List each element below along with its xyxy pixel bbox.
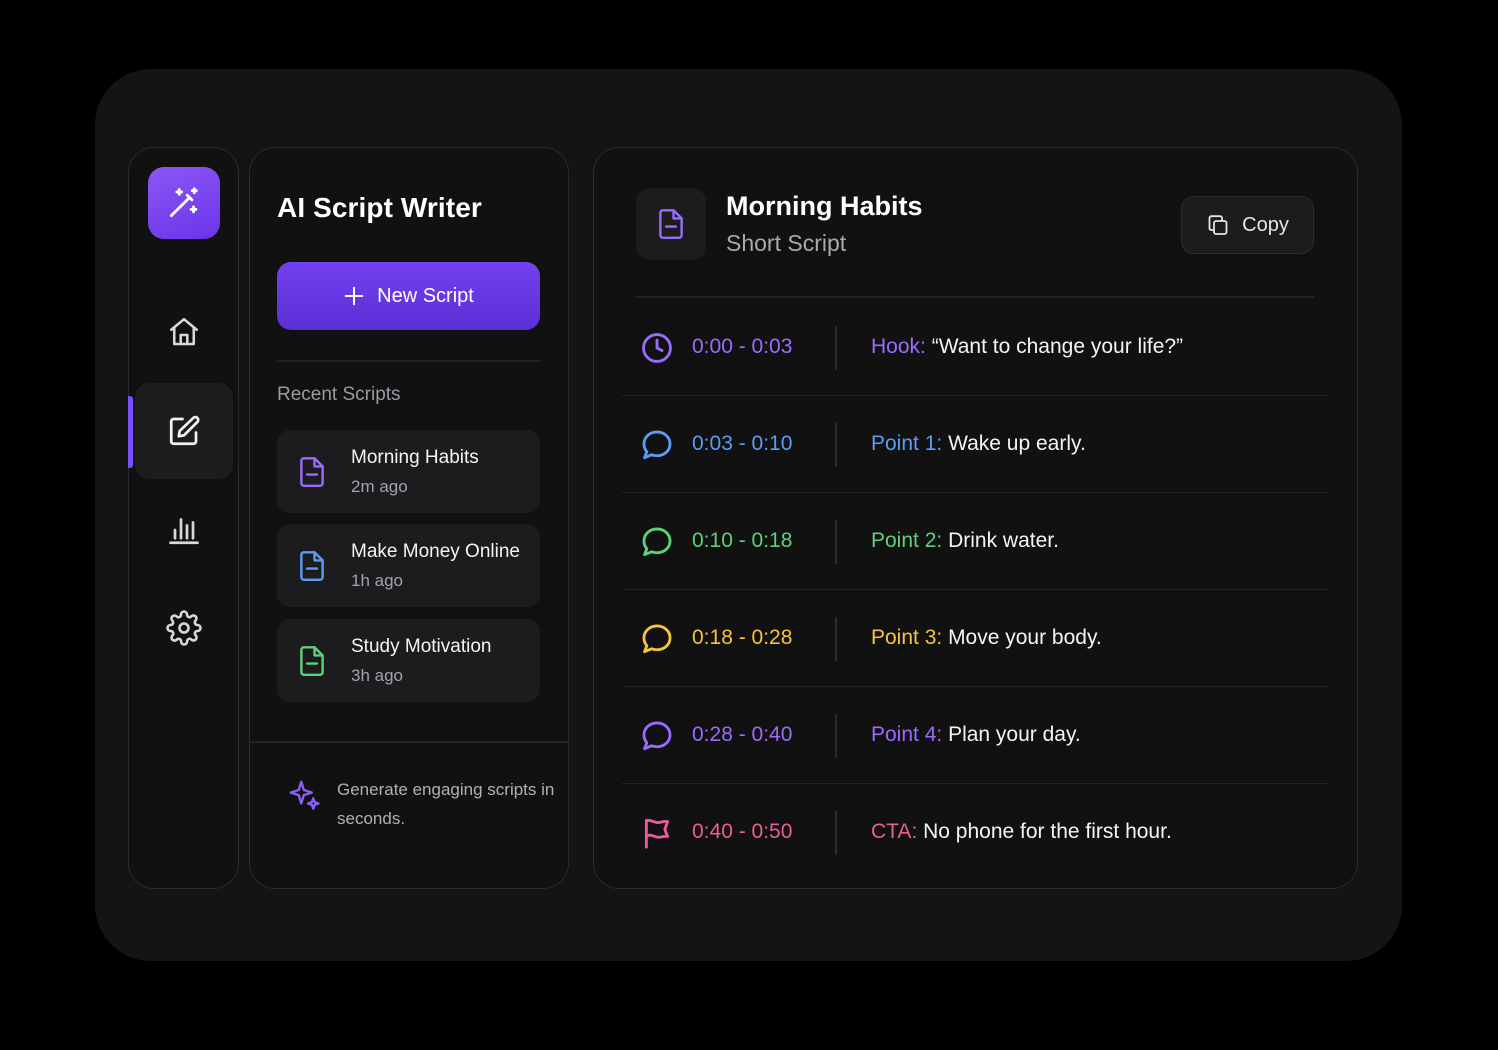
divider — [250, 741, 568, 743]
chat-bubble-icon — [642, 721, 672, 751]
row-time: 0:03 - 0:10 — [692, 432, 793, 455]
document-icon — [300, 457, 324, 487]
script-row[interactable]: 0:40 - 0:50 CTA: No phone for the first … — [622, 784, 1329, 881]
document-icon — [659, 209, 683, 239]
row-divider — [835, 714, 837, 758]
app-logo[interactable] — [148, 167, 220, 239]
sparkles-icon — [289, 780, 320, 810]
recent-scripts-heading: Recent Scripts — [277, 384, 401, 405]
script-name: Study Motivation — [351, 636, 492, 657]
document-icon — [300, 646, 324, 676]
script-row[interactable]: 0:10 - 0:18 Point 2: Drink water. — [622, 493, 1329, 590]
script-row[interactable]: 0:18 - 0:28 Point 3: Move your body. — [622, 590, 1329, 687]
row-text: Plan your day. — [948, 723, 1081, 746]
row-label: Hook: — [871, 335, 926, 358]
chat-bubble-icon — [642, 527, 672, 557]
new-script-label: New Script — [377, 284, 474, 307]
app-title: AI Script Writer — [277, 192, 482, 223]
script-row[interactable]: 0:00 - 0:03 Hook: “Want to change your l… — [622, 299, 1329, 396]
active-indicator — [128, 396, 133, 468]
script-time: 2m ago — [351, 477, 408, 496]
row-label: Point 3: — [871, 626, 943, 649]
row-time: 0:40 - 0:50 — [692, 820, 793, 843]
row-content: Point 3: Move your body. — [871, 626, 1102, 650]
row-divider — [835, 617, 837, 661]
divider — [277, 360, 540, 362]
row-divider — [835, 326, 837, 370]
row-content: Point 1: Wake up early. — [871, 432, 1086, 456]
row-label: Point 2: — [871, 529, 943, 552]
row-label: Point 1: — [871, 432, 943, 455]
copy-button[interactable]: Copy — [1181, 196, 1314, 254]
home-icon — [169, 317, 199, 346]
sidebar-item-home[interactable] — [135, 284, 233, 380]
chat-bubble-icon — [642, 430, 672, 460]
script-title: Morning Habits — [726, 191, 923, 221]
clock-icon — [642, 333, 672, 363]
tip-text: Generate engaging scripts in seconds. — [337, 780, 555, 828]
scripts-panel: AI Script Writer New Script Recent Scrip… — [249, 147, 569, 889]
document-icon — [300, 551, 324, 581]
sidebar-item-scripts[interactable] — [135, 383, 233, 479]
row-time: 0:18 - 0:28 — [692, 626, 793, 649]
flag-icon — [644, 818, 670, 849]
script-name: Make Money Online — [351, 541, 520, 562]
script-subtitle: Short Script — [726, 230, 847, 256]
script-time: 1h ago — [351, 571, 403, 590]
plus-icon — [344, 286, 364, 306]
new-script-button[interactable]: New Script — [277, 262, 540, 330]
sidebar-item-analytics[interactable] — [135, 482, 233, 578]
recent-script-item[interactable]: Morning Habits 2m ago — [277, 430, 540, 513]
row-time: 0:10 - 0:18 — [692, 529, 793, 552]
magic-wand-icon — [169, 187, 198, 218]
row-divider — [835, 423, 837, 467]
row-content: Point 4: Plan your day. — [871, 723, 1081, 747]
sidebar-rail — [128, 147, 239, 889]
row-label: CTA: — [871, 820, 918, 843]
script-editor-panel: Morning Habits Short Script Copy 0:00 - … — [593, 147, 1358, 889]
row-text: “Want to change your life?” — [931, 335, 1184, 358]
row-divider — [835, 520, 837, 564]
row-time: 0:28 - 0:40 — [692, 723, 793, 746]
script-row[interactable]: 0:03 - 0:10 Point 1: Wake up early. — [622, 396, 1329, 493]
script-row[interactable]: 0:28 - 0:40 Point 4: Plan your day. — [622, 687, 1329, 784]
script-time: 3h ago — [351, 666, 403, 685]
copy-icon — [1208, 215, 1228, 235]
row-time: 0:00 - 0:03 — [692, 335, 793, 358]
recent-script-item[interactable]: Make Money Online 1h ago — [277, 524, 540, 607]
row-content: CTA: No phone for the first hour. — [871, 820, 1172, 844]
recent-script-item[interactable]: Study Motivation 3h ago — [277, 619, 540, 702]
gear-icon — [166, 610, 202, 646]
script-badge — [636, 188, 706, 260]
row-text: No phone for the first hour. — [923, 820, 1172, 843]
row-content: Point 2: Drink water. — [871, 529, 1059, 553]
row-label: Point 4: — [871, 723, 943, 746]
row-text: Wake up early. — [948, 432, 1086, 455]
copy-label: Copy — [1242, 213, 1289, 236]
bar-chart-icon — [169, 518, 199, 545]
edit-icon — [169, 415, 200, 446]
script-name: Morning Habits — [351, 447, 479, 468]
row-text: Move your body. — [948, 626, 1102, 649]
chat-bubble-icon — [642, 624, 672, 654]
row-divider — [835, 811, 837, 855]
sidebar-item-settings[interactable] — [135, 580, 233, 676]
row-text: Drink water. — [948, 529, 1059, 552]
row-content: Hook: “Want to change your life?” — [871, 335, 1183, 359]
divider — [636, 296, 1314, 298]
